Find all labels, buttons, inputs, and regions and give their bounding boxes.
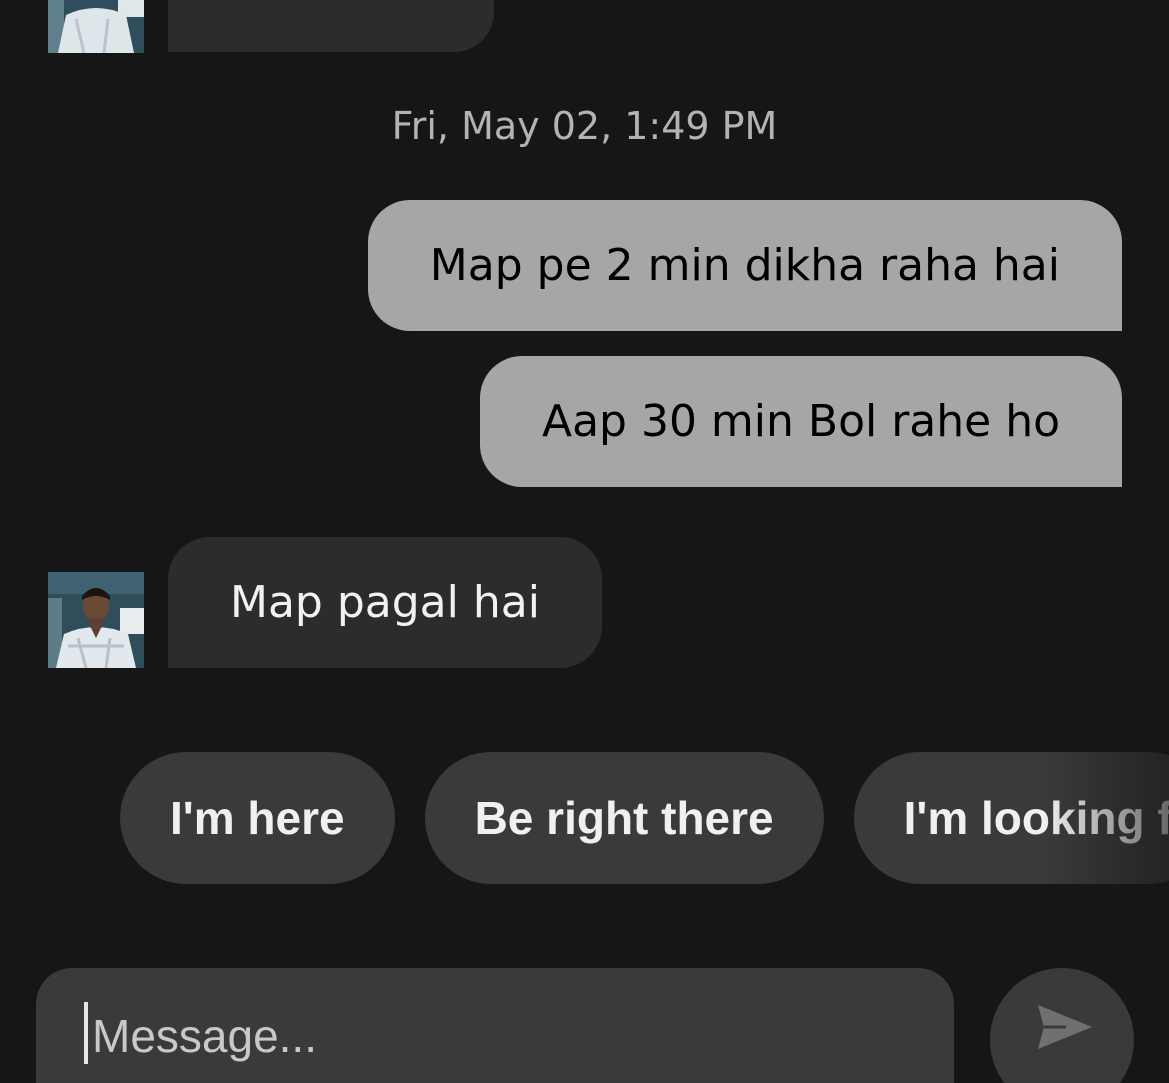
- sent-message-bubble: Map pe 2 min dikha raha hai: [367, 200, 1122, 331]
- message-timestamp: Fri, May 02, 1:49 PM: [391, 104, 778, 148]
- driver-avatar: [48, 572, 144, 668]
- previous-message-bubble: [168, 0, 494, 52]
- quick-reply-im-looking[interactable]: I'm looking f: [853, 752, 1169, 884]
- send-arrow-icon: [1038, 1005, 1092, 1049]
- avatar-photo-icon: [48, 0, 144, 53]
- quick-reply-im-here[interactable]: I'm here: [120, 752, 395, 884]
- sent-message-bubble: Aap 30 min Bol rahe ho: [479, 356, 1122, 487]
- quick-reply-be-right-there[interactable]: Be right there: [424, 752, 824, 884]
- driver-avatar: [48, 0, 144, 53]
- quick-reply-label: I'm here: [170, 792, 345, 844]
- message-text: Map pe 2 min dikha raha hai: [429, 239, 1060, 291]
- quick-replies: I'm here Be right there I'm looking f: [120, 752, 1169, 884]
- quick-reply-label: Be right there: [474, 792, 774, 844]
- quick-reply-label: I'm looking f: [903, 792, 1169, 844]
- message-input[interactable]: [92, 1006, 912, 1066]
- message-text: Map pagal hai: [230, 576, 540, 628]
- text-cursor: [84, 1002, 88, 1064]
- send-button[interactable]: [990, 968, 1134, 1083]
- message-text: Aap 30 min Bol rahe ho: [541, 395, 1060, 447]
- chat-screen: Fri, May 02, 1:49 PM Map pe 2 min dikha …: [0, 0, 1169, 1083]
- received-message-bubble: Map pagal hai: [168, 537, 602, 668]
- avatar-photo-icon: [48, 572, 144, 668]
